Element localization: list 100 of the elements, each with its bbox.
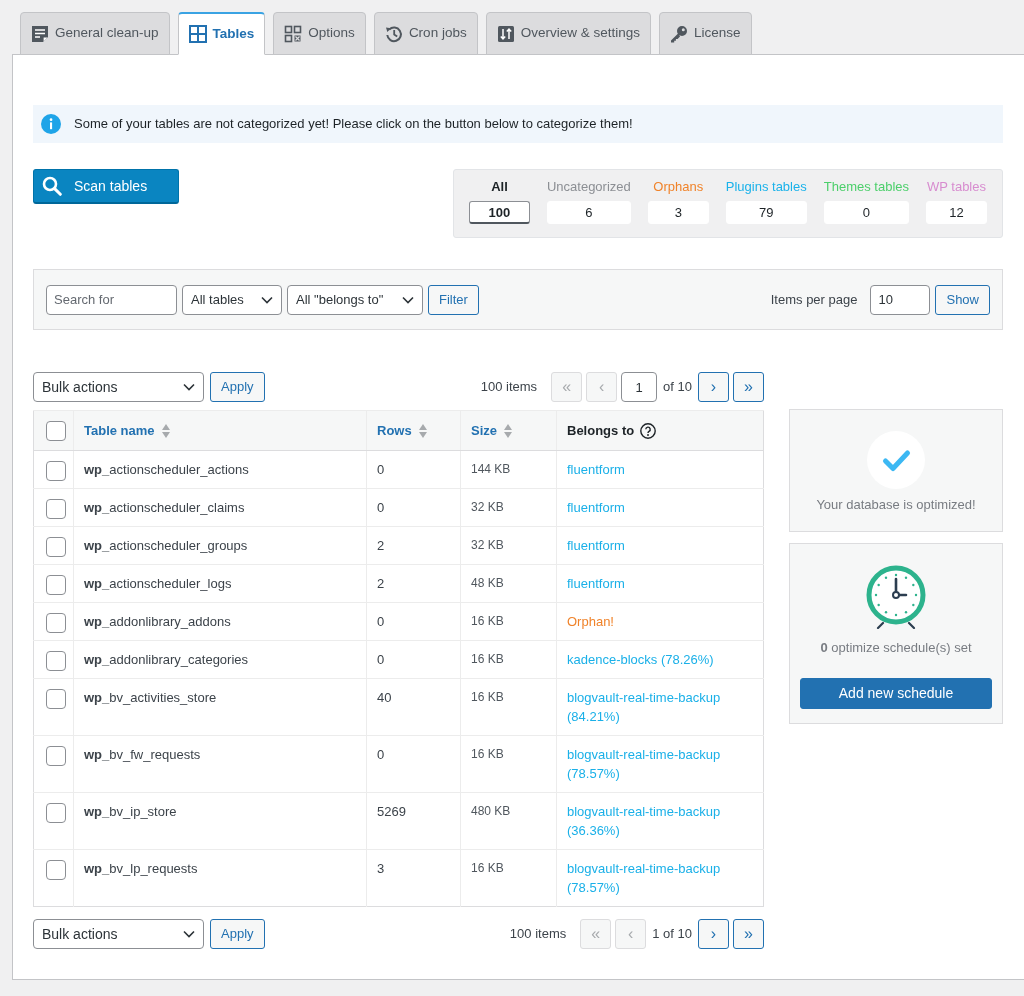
- item-count: 100 items: [509, 925, 567, 944]
- size-cell: 32 KB: [460, 526, 557, 565]
- total-pages: of 10: [663, 378, 692, 397]
- row-checkbox[interactable]: [46, 613, 66, 633]
- table-name-cell: wp_addonlibrary_categories: [73, 640, 367, 679]
- row-count-cell: 0: [366, 735, 461, 793]
- size-cell: 16 KB: [460, 849, 557, 907]
- chevron-down-icon: [183, 930, 195, 938]
- row-count-cell: 2: [366, 564, 461, 603]
- size-cell: 16 KB: [460, 678, 557, 736]
- category-filter-link[interactable]: Uncategorized: [546, 179, 631, 195]
- table-type-select[interactable]: All tables: [182, 284, 282, 315]
- checkmark-icon: [867, 431, 925, 489]
- plugin-link[interactable]: fluentform: [567, 536, 625, 555]
- bulk-actions-select[interactable]: Bulk actions: [33, 919, 204, 949]
- column-header: Belongs to: [567, 421, 635, 440]
- document-icon: [31, 24, 49, 43]
- page-nav-button[interactable]: ›: [698, 919, 729, 949]
- row-count-cell: 2: [366, 526, 461, 565]
- sort-icon: [417, 422, 428, 439]
- count-value: 6: [546, 201, 631, 224]
- row-checkbox[interactable]: [46, 651, 66, 671]
- row-checkbox[interactable]: [46, 689, 66, 709]
- page-nav-button[interactable]: »: [733, 919, 764, 949]
- chevron-down-icon: [183, 383, 195, 391]
- size-cell: 48 KB: [460, 564, 557, 603]
- row-count-cell: 0: [366, 640, 461, 679]
- help-icon[interactable]: [640, 422, 657, 439]
- item-count: 100 items: [480, 378, 538, 397]
- tab[interactable]: Tables: [177, 12, 266, 55]
- row-count-cell: 40: [366, 678, 461, 736]
- size-cell: 480 KB: [460, 792, 557, 850]
- size-cell: 16 KB: [460, 735, 557, 793]
- apply-button[interactable]: Apply: [210, 919, 265, 949]
- sort-arrows-icon: [496, 24, 515, 43]
- show-button[interactable]: Show: [935, 284, 990, 315]
- plugin-link[interactable]: kadence-blocks (78.26%): [567, 650, 714, 669]
- sort-icon: [160, 422, 171, 439]
- tab[interactable]: Cron jobs: [373, 12, 478, 55]
- row-checkbox[interactable]: [46, 461, 66, 481]
- row-checkbox[interactable]: [46, 575, 66, 595]
- chevron-down-icon: [261, 295, 273, 304]
- size-cell: 32 KB: [460, 488, 557, 527]
- page-indicator: 1 of 10: [652, 925, 692, 944]
- page-nav-button[interactable]: »: [733, 372, 764, 402]
- search-icon: [42, 176, 62, 196]
- belongs-to-select[interactable]: All "belongs to": [287, 284, 423, 315]
- plugin-link[interactable]: fluentform: [567, 574, 625, 593]
- schedule-count-text: 0 optimize schedule(s) set: [820, 639, 972, 657]
- row-checkbox[interactable]: [46, 499, 66, 519]
- row-checkbox[interactable]: [46, 746, 66, 766]
- history-icon: [384, 24, 403, 43]
- squares-icon: [284, 24, 303, 43]
- plugin-link[interactable]: fluentform: [567, 460, 625, 479]
- items-per-page-label: Items per page: [770, 290, 858, 309]
- info-icon: [41, 114, 61, 134]
- bulk-actions-select[interactable]: Bulk actions: [33, 372, 204, 402]
- chevron-down-icon: [402, 295, 414, 304]
- filter-button[interactable]: Filter: [428, 284, 479, 315]
- plugin-link[interactable]: fluentform: [567, 498, 625, 517]
- scan-tables-button[interactable]: Scan tables: [33, 169, 179, 204]
- size-cell: 16 KB: [460, 602, 557, 641]
- tab[interactable]: General clean-up: [20, 12, 170, 55]
- plugin-link[interactable]: blogvault-real-time-backup (84.21%): [567, 688, 753, 726]
- key-icon: [669, 24, 688, 43]
- sortable-column-header[interactable]: Table name: [84, 420, 171, 441]
- search-field[interactable]: Search for: [46, 284, 177, 315]
- plugin-link[interactable]: blogvault-real-time-backup (78.57%): [567, 859, 753, 897]
- count-value: 3: [647, 201, 709, 224]
- sort-icon: [503, 422, 513, 439]
- table-name-cell: wp_bv_ip_store: [73, 792, 367, 850]
- page-nav-button[interactable]: ›: [698, 372, 729, 402]
- table-name-cell: wp_actionscheduler_groups: [73, 526, 367, 565]
- orphan-label: Orphan!: [567, 613, 614, 631]
- table-name-cell: wp_actionscheduler_actions: [73, 450, 367, 489]
- row-count-cell: 3: [366, 849, 461, 907]
- current-page-field[interactable]: 1: [621, 372, 658, 402]
- count-value: 100: [468, 201, 530, 224]
- table-name-cell: wp_actionscheduler_claims: [73, 488, 367, 527]
- table-name-cell: wp_bv_lp_requests: [73, 849, 367, 907]
- row-checkbox[interactable]: [46, 860, 66, 880]
- apply-button[interactable]: Apply: [210, 372, 265, 402]
- row-checkbox[interactable]: [46, 537, 66, 557]
- add-schedule-button[interactable]: Add new schedule: [800, 677, 992, 709]
- plugin-link[interactable]: blogvault-real-time-backup (78.57%): [567, 745, 753, 783]
- table-name-cell: wp_bv_fw_requests: [73, 735, 367, 793]
- category-filter-link[interactable]: All: [468, 179, 530, 195]
- items-per-page-field[interactable]: 10: [870, 284, 931, 315]
- tab[interactable]: Overview & settings: [485, 12, 651, 55]
- select-all-checkbox[interactable]: [46, 420, 66, 441]
- size-cell: 144 KB: [460, 450, 557, 489]
- notice-text: Some of your tables are not categorized yet! Please click on the button below to categorize them!: [74, 115, 633, 134]
- table-name-cell: wp_bv_activities_store: [73, 678, 367, 736]
- plugin-link[interactable]: blogvault-real-time-backup (36.36%): [567, 802, 753, 840]
- count-value: 12: [926, 201, 987, 224]
- row-count-cell: 0: [366, 602, 461, 641]
- row-checkbox[interactable]: [46, 803, 66, 823]
- table-name-cell: wp_actionscheduler_logs: [73, 564, 367, 603]
- tab[interactable]: License: [658, 12, 752, 55]
- tab[interactable]: Options: [273, 12, 366, 55]
